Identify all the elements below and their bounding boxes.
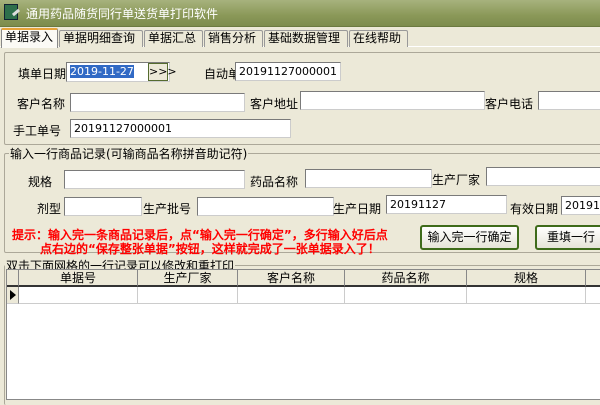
row-indicator[interactable] [7,287,19,304]
manufacturer-field[interactable] [486,167,600,186]
tab-base-data[interactable]: 基础数据管理 [264,30,348,47]
table-cell[interactable] [586,287,600,304]
customer-address-field[interactable] [300,91,485,110]
records-grid[interactable]: 单据号 生产厂家 客户名称 药品名称 规格 [6,269,600,400]
date-picker-button[interactable]: >>> [148,63,177,81]
dosage-form-field[interactable] [64,197,142,216]
customer-phone-field[interactable] [538,91,600,110]
drug-name-field[interactable] [305,169,432,188]
tab-bar: 单据录入 单据明细查询 单据汇总 销售分析 基础数据管理 在线帮助 [0,28,600,48]
spec-label: 规格 [28,175,53,189]
tab-entry[interactable]: 单据录入 [1,28,58,48]
dosage-form-label: 剂型 [37,202,62,216]
column-header-customer-name[interactable]: 客户名称 [238,270,345,287]
row-indicator-header [7,270,19,287]
customer-name-label: 客户名称 [17,97,66,111]
tab-online-help[interactable]: 在线帮助 [349,30,408,47]
title-bar: 通用药品随货同行单送货单打印软件 [0,0,600,27]
column-header-extra[interactable] [586,270,600,287]
batch-no-label: 生产批号 [143,202,192,216]
reset-row-button[interactable]: 重填一行 [535,225,600,250]
customer-address-label: 客户地址 [250,97,299,111]
production-date-field[interactable]: 20191127 [386,195,507,214]
expiry-date-label: 有效日期 [510,202,559,216]
customer-phone-label: 客户电话 [485,97,534,111]
column-header-drug-name[interactable]: 药品名称 [345,270,467,287]
manufacturer-label: 生产厂家 [432,173,481,187]
tab-summary[interactable]: 单据汇总 [144,30,203,47]
table-cell[interactable] [345,287,467,304]
column-header-bill-no[interactable]: 单据号 [19,270,138,287]
column-header-spec[interactable]: 规格 [467,270,586,287]
confirm-row-button[interactable]: 输入完一行确定 [420,225,519,250]
auto-no-field[interactable]: 20191127000001 [235,62,341,81]
production-date-label: 生产日期 [333,202,382,216]
app-icon [4,4,18,20]
fill-date-value: 2019-11-27 [70,65,134,78]
table-cell[interactable] [467,287,586,304]
expiry-date-field[interactable]: 20191127 [561,196,600,215]
column-header-manufacturer[interactable]: 生产厂家 [138,270,238,287]
spec-field[interactable] [64,170,245,189]
drug-name-label: 药品名称 [250,175,299,189]
batch-no-field[interactable] [197,197,334,216]
tab-sales-analysis[interactable]: 销售分析 [204,30,263,47]
manual-no-label: 手工单号 [13,124,62,138]
customer-name-field[interactable] [70,93,245,112]
window-title: 通用药品随货同行单送货单打印软件 [26,7,219,21]
manual-no-field[interactable]: 20191127000001 [70,119,291,138]
tip-line-2: 点右边的“保存整张单据”按钮，这样就完成了一张单据录入了！ [40,242,380,256]
tab-detail-query[interactable]: 单据明细查询 [59,30,143,47]
table-cell[interactable] [19,287,138,304]
current-row-arrow-icon [10,290,16,300]
table-cell[interactable] [138,287,238,304]
table-cell[interactable] [238,287,345,304]
fill-date-label: 填单日期 [18,67,67,81]
item-entry-title: 输入一行商品记录(可输商品名称拼音助记符) [9,145,249,162]
